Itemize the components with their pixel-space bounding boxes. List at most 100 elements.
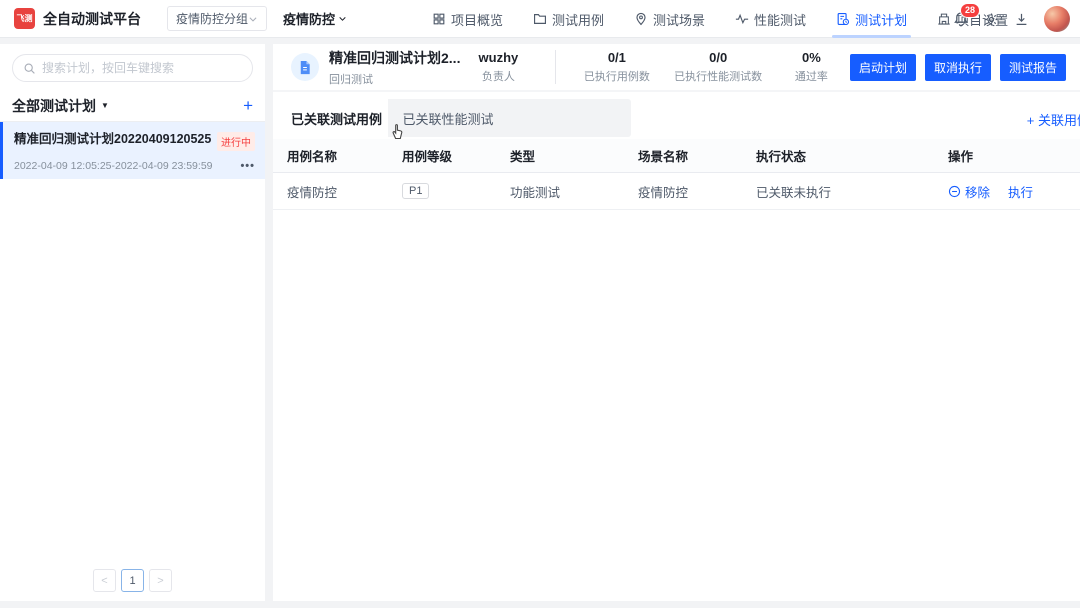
app-logo: 飞测	[14, 8, 35, 29]
stat-value: 0/0	[663, 50, 772, 65]
search-icon	[23, 62, 36, 75]
col-header-scene-name: 场景名称	[638, 146, 756, 165]
plan-name: 精准回归测试计划20220409120525	[14, 131, 211, 147]
stat-value: 0%	[773, 50, 850, 65]
associate-case-link[interactable]: + 关联用例	[1027, 110, 1080, 129]
project-select[interactable]: 疫情防控	[283, 9, 347, 28]
all-plans-dropdown[interactable]: 全部测试计划 ▼	[12, 96, 109, 116]
test-report-button[interactable]: 测试报告	[1000, 54, 1066, 81]
main-panel: 精准回归测试计划2... 回归测试 wuzhy 负责人 0/1 已执行用例数 0…	[273, 44, 1080, 601]
caret-down-icon: ▼	[101, 101, 109, 110]
table-row: 疫情防控 P1 功能测试 疫情防控 已关联未执行 移除 执行	[273, 173, 1080, 210]
start-plan-button[interactable]: 启动计划	[850, 54, 916, 81]
group-select[interactable]: 疫情防控分组	[167, 6, 267, 31]
status-badge: 进行中	[217, 132, 255, 151]
header-divider	[555, 50, 556, 84]
current-page-button[interactable]: 1	[121, 569, 144, 592]
owner-name: wuzhy	[463, 50, 533, 65]
stat-pass-rate: 0% 通过率	[773, 50, 850, 84]
col-header-type: 类型	[510, 146, 638, 165]
cases-table: 用例名称 用例等级 类型 场景名称 执行状态 操作 疫情防控 P1 功能测试 疫…	[273, 139, 1080, 210]
table-header-row: 用例名称 用例等级 类型 场景名称 执行状态 操作	[273, 139, 1080, 173]
minus-circle-icon	[948, 185, 961, 198]
plan-search[interactable]	[12, 54, 253, 82]
stat-value: 0/1	[570, 50, 663, 65]
stat-executed-cases: 0/1 已执行用例数	[570, 50, 663, 84]
building-icon	[937, 12, 951, 26]
nav-item-test-cases[interactable]: 测试用例	[533, 0, 604, 38]
plan-item-bottom: 2022-04-09 12:05:25-2022-04-09 23:59:59 …	[14, 160, 255, 172]
stat-label: 已执行性能测试数	[663, 68, 772, 84]
nav-item-performance-tests[interactable]: 性能测试	[735, 0, 806, 38]
sidebar-header: 全部测试计划 ▼ +	[0, 90, 265, 122]
plan-type-label: 回归测试	[329, 71, 463, 87]
execute-action[interactable]: 执行	[1008, 182, 1033, 201]
stat-executed-perf-tests: 0/0 已执行性能测试数	[663, 50, 772, 84]
nav-item-test-scenarios[interactable]: 测试场景	[634, 0, 705, 38]
row-actions: 移除 执行	[948, 182, 1080, 201]
level-tag: P1	[402, 183, 429, 199]
plan-item-top: 精准回归测试计划20220409120525 进行中	[14, 131, 255, 151]
plan-action-buttons: 启动计划 取消执行 测试报告	[850, 54, 1066, 81]
next-page-button[interactable]: >	[149, 569, 172, 592]
notification-badge: 28	[960, 3, 980, 18]
nav-label: 测试用例	[552, 10, 604, 29]
cell-case-name: 疫情防控	[273, 182, 402, 201]
user-avatar[interactable]	[1044, 6, 1070, 32]
download-button[interactable]	[1014, 12, 1029, 27]
cell-exec-status: 已关联未执行	[756, 182, 934, 201]
plans-sidebar: 全部测试计划 ▼ + 精准回归测试计划20220409120525 进行中 20…	[0, 44, 265, 601]
navbar-right: 28	[953, 0, 1070, 38]
prev-page-button[interactable]: <	[93, 569, 116, 592]
remove-label: 移除	[965, 182, 990, 201]
cell-actions: 移除 执行	[934, 182, 1080, 201]
pulse-icon	[735, 12, 749, 26]
main-nav: 项目概览 测试用例 测试场景 性能测试 测试计划 项目设置	[432, 0, 1008, 38]
folder-icon	[533, 12, 547, 26]
stat-label: 已执行用例数	[570, 68, 663, 84]
add-plan-button[interactable]: +	[243, 97, 253, 114]
project-select-value: 疫情防控	[283, 9, 335, 28]
owner-label: 负责人	[463, 68, 533, 84]
plan-document-icon	[836, 12, 850, 26]
cell-scene-name: 疫情防控	[638, 182, 756, 201]
col-header-case-name: 用例名称	[273, 146, 402, 165]
nav-label: 项目概览	[451, 10, 503, 29]
col-header-actions: 操作	[934, 146, 1080, 165]
location-pin-icon	[634, 12, 648, 26]
cell-type: 功能测试	[510, 182, 638, 201]
gear-icon	[984, 12, 999, 27]
tabs-row: 已关联测试用例 已关联性能测试 + 关联用例	[273, 99, 1080, 139]
tab-linked-perf-tests[interactable]: 已关联性能测试	[388, 99, 508, 137]
grid-icon	[432, 12, 446, 26]
remove-action[interactable]: 移除	[948, 182, 990, 201]
plan-title-block: 精准回归测试计划2... 回归测试	[329, 48, 463, 87]
plan-title: 精准回归测试计划2...	[329, 48, 463, 68]
more-actions-icon[interactable]: •••	[240, 160, 255, 172]
tab-strip: 已关联测试用例 已关联性能测试	[285, 99, 631, 137]
nav-item-project-overview[interactable]: 项目概览	[432, 0, 503, 38]
notifications-button[interactable]: 28	[953, 11, 969, 27]
search-input[interactable]	[42, 61, 242, 75]
nav-item-test-plans[interactable]: 测试计划	[836, 0, 907, 38]
plan-document-badge	[291, 53, 319, 81]
col-header-exec-status: 执行状态	[756, 146, 934, 165]
owner-block: wuzhy 负责人	[463, 50, 533, 84]
cell-case-level: P1	[402, 183, 510, 199]
nav-label: 测试计划	[855, 10, 907, 29]
app-title: 全自动测试平台	[43, 9, 141, 29]
col-header-case-level: 用例等级	[402, 146, 510, 165]
cancel-execution-button[interactable]: 取消执行	[925, 54, 991, 81]
mouse-cursor-icon	[389, 122, 405, 140]
chevron-down-icon	[248, 14, 258, 24]
chevron-down-icon	[338, 14, 347, 23]
stat-label: 通过率	[773, 68, 850, 84]
group-select-value: 疫情防控分组	[176, 10, 248, 27]
tab-linked-test-cases[interactable]: 已关联测试用例	[285, 99, 388, 137]
plan-header: 精准回归测试计划2... 回归测试 wuzhy 负责人 0/1 已执行用例数 0…	[273, 44, 1080, 92]
download-icon	[1014, 12, 1029, 27]
top-navbar: 飞测 全自动测试平台 疫情防控分组 疫情防控 项目概览 测试用例 测试场景 性能…	[0, 0, 1080, 38]
document-icon	[298, 60, 312, 75]
plan-list-item[interactable]: 精准回归测试计划20220409120525 进行中 2022-04-09 12…	[0, 122, 265, 179]
settings-button[interactable]	[984, 12, 999, 27]
